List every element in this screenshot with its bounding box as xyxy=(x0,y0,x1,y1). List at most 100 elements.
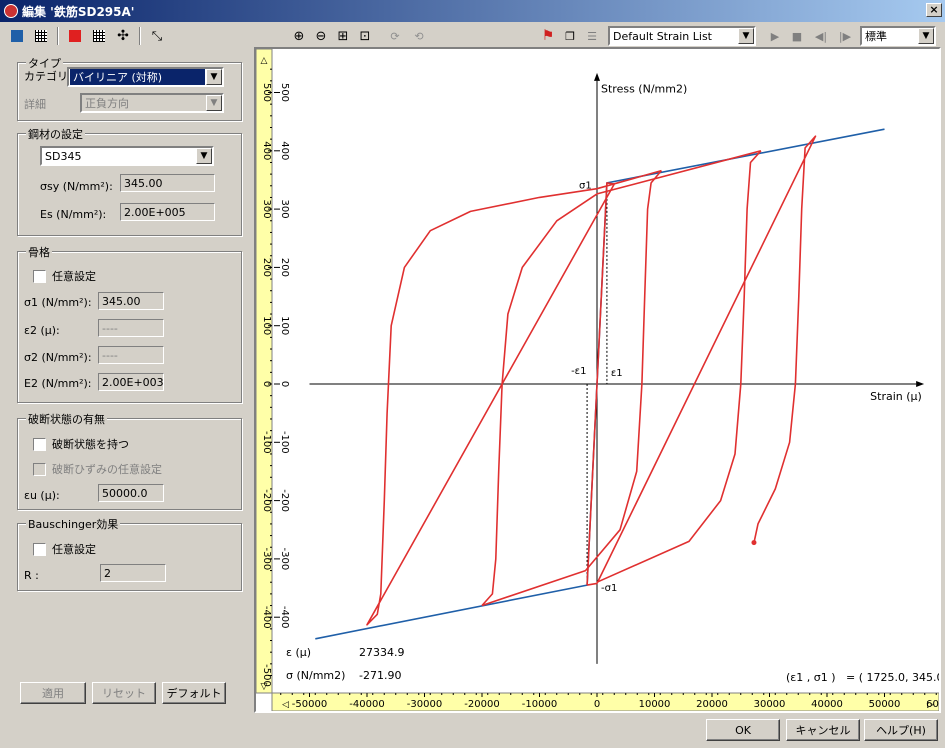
x-tick-label: 20000 xyxy=(696,699,728,710)
help-button[interactable]: ヘルプ(H) xyxy=(864,719,938,741)
fracture-has-label: 破断状態を持つ xyxy=(52,438,129,451)
checkbox-icon xyxy=(33,462,46,476)
x-tick-label: 50000 xyxy=(869,699,901,710)
r-field[interactable]: 2 xyxy=(100,564,166,582)
checkbox-icon xyxy=(33,269,46,283)
ok-button[interactable]: OK xyxy=(706,719,780,741)
window-title: 編集 '鉄筋SD295A' xyxy=(22,4,135,19)
y-tick-label: 200 xyxy=(279,258,290,277)
s2-label: σ2 (N/mm²): xyxy=(24,351,92,364)
x-tick-label: 40000 xyxy=(811,699,843,710)
copy-button[interactable]: ❐ xyxy=(559,26,581,46)
chevron-down-icon: ▼ xyxy=(738,28,754,44)
pair-readout-label: (ε1 , σ1 ) xyxy=(786,671,835,684)
checkbox-icon xyxy=(33,542,46,556)
skeleton-group-legend: 骨格 xyxy=(26,244,52,260)
blue-grid-button[interactable] xyxy=(30,26,52,46)
cancel-button[interactable]: キャンセル xyxy=(786,719,860,741)
bauschinger-custom-checkbox[interactable]: 任意設定 xyxy=(33,541,96,557)
grid-icon xyxy=(35,30,47,42)
move-icon: ✣ xyxy=(117,28,129,44)
fracture-has-checkbox[interactable]: 破断状態を持つ xyxy=(33,436,129,452)
default-button[interactable]: デフォルト xyxy=(162,682,226,704)
graph-b-icon: ⟲ xyxy=(414,29,424,43)
checkbox-icon xyxy=(33,437,46,451)
E2-field[interactable]: 2.00E+003 xyxy=(98,373,164,391)
step-back-button[interactable]: ◀| xyxy=(810,26,832,46)
neg-eps1-label: -ε1 xyxy=(571,366,586,377)
sig-readout-label: σ (N/mm2) xyxy=(286,669,345,682)
y-tick-label: -200 xyxy=(279,489,290,512)
fracture-custom-checkbox[interactable]: 破断ひずみの任意設定 xyxy=(33,461,162,477)
detail-label: 詳細 xyxy=(24,98,46,111)
e2-label: ε2 (μ): xyxy=(24,324,60,337)
x-tick-label: -30000 xyxy=(407,699,442,710)
graph-tool-a-button[interactable]: ⟳ xyxy=(384,26,406,46)
red-square-icon xyxy=(69,30,81,42)
es-label: Es (N/mm²): xyxy=(40,208,107,221)
x-tick-label: -40000 xyxy=(349,699,384,710)
y-tick-label: -400 xyxy=(279,606,290,629)
chevron-down-icon: ▼ xyxy=(206,95,222,111)
s1-field[interactable]: 345.00 xyxy=(98,292,164,310)
x-tick-label: -20000 xyxy=(464,699,499,710)
detail-select[interactable]: 正負方向 ▼ xyxy=(80,93,224,113)
mode-select[interactable]: 標準 ▼ xyxy=(860,26,936,46)
apply-button[interactable]: 適用 xyxy=(20,682,86,704)
E2-label: E2 (N/mm²): xyxy=(24,377,92,390)
graph-tool-b-button[interactable]: ⟲ xyxy=(408,26,430,46)
zoom-window-button[interactable]: ⊡ xyxy=(354,26,376,46)
category-value: バイリニア (対称) xyxy=(70,69,205,85)
close-button[interactable]: × xyxy=(926,3,942,17)
step-forward-icon: |▶ xyxy=(838,29,852,43)
graph-a-icon: ⟳ xyxy=(390,29,400,43)
list-button[interactable]: ☰ xyxy=(581,26,603,46)
strain-list-value: Default Strain List xyxy=(613,29,712,43)
stop-button[interactable]: ■ xyxy=(786,26,808,46)
e2-field[interactable]: ---- xyxy=(98,319,164,337)
zoom-out-button[interactable]: ⊖ xyxy=(310,26,332,46)
eu-field[interactable]: 50000.0 xyxy=(98,484,164,502)
move-button[interactable]: ✣ xyxy=(112,26,134,46)
fracture-group-legend: 破断状態の有無 xyxy=(26,411,107,427)
runner-icon: ⚑ xyxy=(541,28,555,44)
zoom-fit-button[interactable]: ⊞ xyxy=(332,26,354,46)
zoom-out-icon: ⊖ xyxy=(315,28,327,44)
skeleton-custom-label: 任意設定 xyxy=(52,270,96,283)
s2-field[interactable]: ---- xyxy=(98,346,164,364)
x-ruler-left-arrow: ◁ xyxy=(282,700,289,710)
red-color-button[interactable] xyxy=(64,26,86,46)
category-select[interactable]: バイリニア (対称) ▼ xyxy=(67,67,224,87)
skeleton-custom-checkbox[interactable]: 任意設定 xyxy=(33,268,96,284)
pair-readout-value: = ( 1725.0, 345.00) xyxy=(846,671,939,684)
blue-square-icon xyxy=(11,30,23,42)
x-axis-label: Strain (μ) xyxy=(870,390,922,403)
eps-readout-value: 27334.9 xyxy=(359,646,405,659)
es-field[interactable]: 2.00E+005 xyxy=(120,203,215,221)
reset-button[interactable]: リセット xyxy=(92,682,156,704)
chevron-down-icon: ▼ xyxy=(206,69,222,85)
toolbar-separator xyxy=(139,27,141,45)
step-forward-button[interactable]: |▶ xyxy=(834,26,856,46)
fit-button[interactable]: ⤡ xyxy=(146,26,168,46)
stress-strain-chart[interactable]: -500-400-300-200-1000100200300400500△▽-5… xyxy=(255,48,945,712)
play-button[interactable]: ▶ xyxy=(764,26,786,46)
chart-area[interactable]: -500 -400 -300 -200 -100 0 100 200 300 400 500 △ ▽ -5… xyxy=(254,47,945,713)
steel-group-legend: 鋼材の設定 xyxy=(26,126,85,142)
toolbar-separator xyxy=(57,27,59,45)
y-tick-label: 300 xyxy=(279,200,290,219)
material-select[interactable]: SD345 ▼ xyxy=(40,146,214,166)
sy-field[interactable]: 345.00 xyxy=(120,174,215,192)
strain-list-select[interactable]: Default Strain List ▼ xyxy=(608,26,756,46)
list-icon: ☰ xyxy=(587,29,597,43)
red-grid-button[interactable] xyxy=(88,26,110,46)
app-icon xyxy=(4,4,18,18)
sig-readout-value: -271.90 xyxy=(359,669,401,682)
material-value: SD345 xyxy=(45,149,82,163)
zoom-in-button[interactable]: ⊕ xyxy=(288,26,310,46)
sy-label: σsy (N/mm²): xyxy=(40,180,113,193)
y-tick-label: 100 xyxy=(279,316,290,335)
runner-button[interactable]: ⚑ xyxy=(537,26,559,46)
zoom-in-icon: ⊕ xyxy=(293,28,305,44)
blue-color-button[interactable] xyxy=(6,26,28,46)
